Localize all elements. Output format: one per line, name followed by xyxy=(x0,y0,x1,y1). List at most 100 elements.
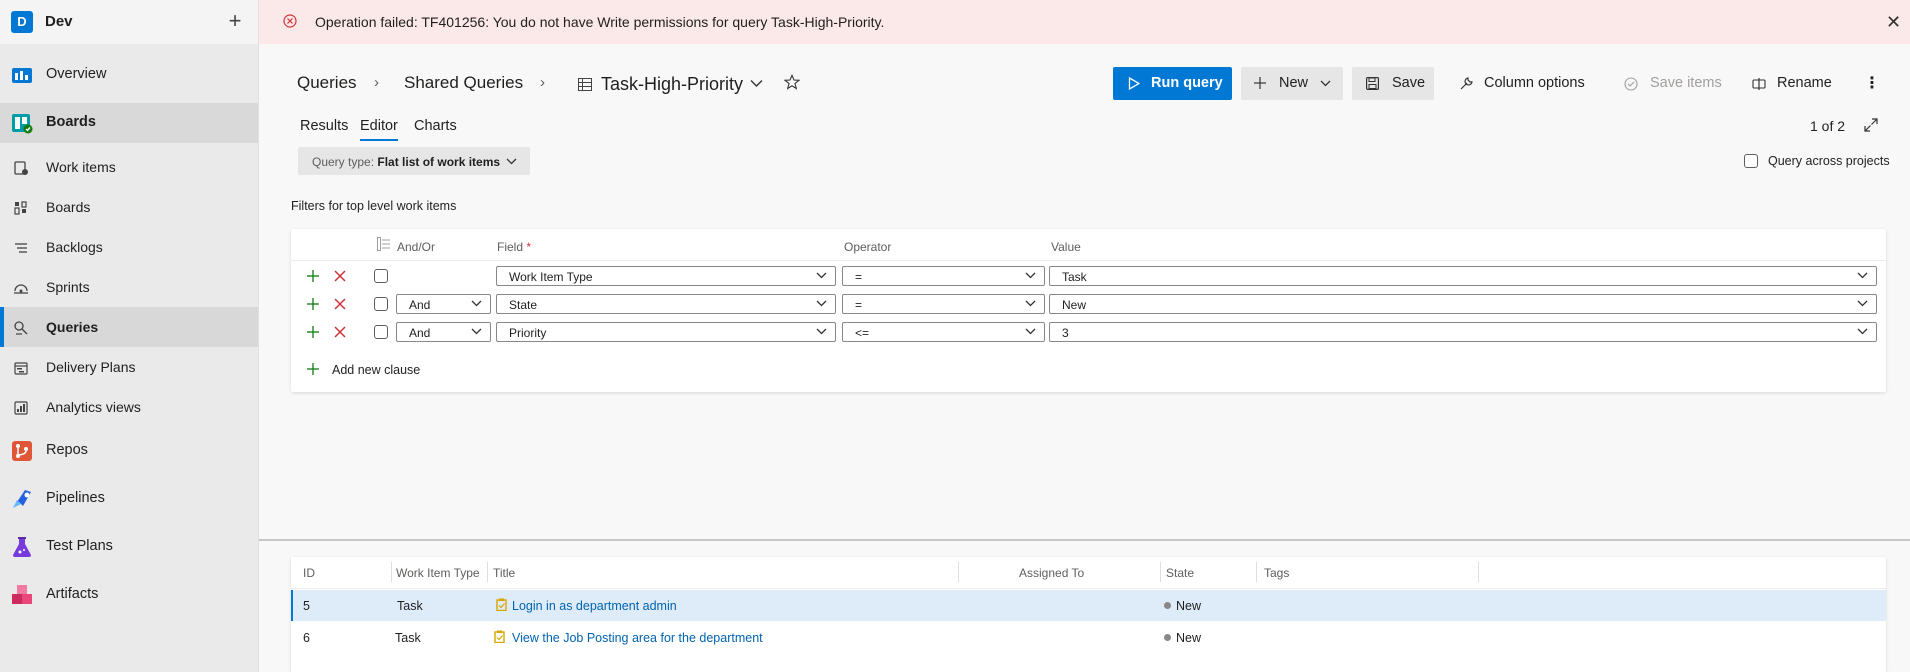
insert-clause-icon[interactable] xyxy=(307,270,319,282)
column-divider[interactable] xyxy=(391,562,392,582)
clause-checkbox[interactable] xyxy=(374,325,388,339)
nav-boards[interactable]: Boards xyxy=(0,103,258,143)
save-items-icon xyxy=(1624,77,1638,91)
remove-clause-icon[interactable] xyxy=(334,326,346,338)
save-label: Save xyxy=(1392,75,1426,91)
sprints-icon xyxy=(13,280,29,296)
results-splitter[interactable] xyxy=(259,539,1910,541)
column-divider[interactable] xyxy=(1256,562,1257,582)
query-type-text: Query type: Flat list of work items xyxy=(312,155,500,169)
col-id-header[interactable]: ID xyxy=(303,566,315,580)
delivery-plans-icon xyxy=(13,360,29,376)
nav-repos[interactable]: Repos xyxy=(0,431,258,471)
work-items-icon xyxy=(13,160,29,176)
value-select[interactable]: 3 xyxy=(1049,322,1877,342)
tab-editor[interactable]: Editor xyxy=(360,118,398,141)
project-badge[interactable]: D xyxy=(11,11,33,33)
nav-backlogs[interactable]: Backlogs xyxy=(0,227,258,267)
run-query-label: Run query xyxy=(1151,75,1223,91)
tab-results[interactable]: Results xyxy=(300,118,348,134)
cell-state-label: New xyxy=(1176,599,1202,613)
add-clause-icon[interactable] xyxy=(307,363,319,375)
operator-select[interactable]: = xyxy=(842,266,1045,286)
cell-state-label: New xyxy=(1176,631,1202,645)
col-title-header[interactable]: Title xyxy=(493,566,515,580)
nav-artifacts[interactable]: Artifacts xyxy=(0,575,258,615)
cell-title[interactable]: Login in as department admin xyxy=(512,599,677,613)
chevron-down-icon xyxy=(1025,272,1036,279)
nav-work-items-label: Work items xyxy=(46,159,116,175)
table-row[interactable]: 6 Task View the Job Posting area for the… xyxy=(291,623,1886,654)
chevron-down-icon xyxy=(1857,328,1868,335)
left-navigation: D Dev + Overview Boards Work items Board… xyxy=(0,0,259,672)
operator-select[interactable]: <= xyxy=(842,322,1045,342)
add-icon[interactable]: + xyxy=(224,8,246,34)
run-query-button[interactable]: Run query xyxy=(1113,67,1232,100)
andor-select[interactable]: And xyxy=(396,322,491,342)
clause-checkbox[interactable] xyxy=(374,297,388,311)
grid-header-divider xyxy=(291,588,1886,589)
col-tags-header[interactable]: Tags xyxy=(1264,566,1289,580)
breadcrumb-queries[interactable]: Queries xyxy=(297,73,357,93)
save-items-button[interactable]: Save items xyxy=(1614,67,1730,100)
nav-work-items[interactable]: Work items xyxy=(0,147,258,187)
nav-boards-sub[interactable]: Boards xyxy=(0,187,258,227)
cell-title[interactable]: View the Job Posting area for the depart… xyxy=(512,631,763,645)
clause-checkbox[interactable] xyxy=(374,269,388,283)
nav-artifacts-label: Artifacts xyxy=(46,586,99,602)
chevron-down-icon xyxy=(1025,328,1036,335)
query-type-dropdown[interactable]: Query type: Flat list of work items xyxy=(298,147,530,175)
table-row[interactable]: 5 Task Login in as department admin New xyxy=(291,590,1886,621)
andor-select[interactable]: And xyxy=(396,294,491,314)
query-across-projects-checkbox[interactable] xyxy=(1744,154,1758,168)
nav-analytics-views[interactable]: Analytics views xyxy=(0,387,258,427)
nav-pipelines[interactable]: Pipelines xyxy=(0,479,258,519)
expand-icon[interactable] xyxy=(1864,118,1878,132)
nav-overview[interactable]: Overview xyxy=(0,55,258,95)
add-new-clause-link[interactable]: Add new clause xyxy=(332,363,420,377)
breadcrumb-shared-queries[interactable]: Shared Queries xyxy=(404,73,523,93)
chevron-down-icon[interactable] xyxy=(750,79,763,88)
close-icon[interactable]: ✕ xyxy=(1886,12,1901,33)
save-button[interactable]: Save xyxy=(1352,67,1434,100)
column-divider[interactable] xyxy=(1478,562,1479,582)
value-value: 3 xyxy=(1062,326,1069,340)
project-name[interactable]: Dev xyxy=(45,13,73,30)
column-divider[interactable] xyxy=(958,562,959,582)
column-options-label: Column options xyxy=(1484,75,1585,91)
field-select[interactable]: State xyxy=(496,294,836,314)
value-select[interactable]: New xyxy=(1049,294,1877,314)
more-options-button[interactable]: ⋮ xyxy=(1858,67,1880,100)
insert-clause-icon[interactable] xyxy=(307,326,319,338)
col-assigned-header[interactable]: Assigned To xyxy=(1019,566,1084,580)
nav-sprints[interactable]: Sprints xyxy=(0,267,258,307)
favorite-star-icon[interactable] xyxy=(784,74,800,90)
value-value: Task xyxy=(1062,270,1087,284)
operator-select[interactable]: = xyxy=(842,294,1045,314)
save-items-label: Save items xyxy=(1650,75,1722,91)
remove-clause-icon[interactable] xyxy=(334,270,346,282)
insert-clause-icon[interactable] xyxy=(307,298,319,310)
value-select[interactable]: Task xyxy=(1049,266,1877,286)
nav-test-plans[interactable]: Test Plans xyxy=(0,527,258,567)
nav-queries[interactable]: Queries xyxy=(0,307,258,347)
tab-charts[interactable]: Charts xyxy=(414,118,457,134)
nav-analytics-views-label: Analytics views xyxy=(46,399,141,415)
col-type-header[interactable]: Work Item Type xyxy=(396,566,480,580)
group-clauses-icon[interactable] xyxy=(377,237,391,251)
filters-caption: Filters for top level work items xyxy=(291,199,457,213)
col-state-header[interactable]: State xyxy=(1166,566,1194,580)
column-divider[interactable] xyxy=(1160,562,1161,582)
nav-sprints-label: Sprints xyxy=(46,279,90,295)
field-select[interactable]: Work Item Type xyxy=(496,266,836,286)
remove-clause-icon[interactable] xyxy=(334,298,346,310)
column-options-button[interactable]: Column options xyxy=(1447,67,1595,100)
field-value: Priority xyxy=(509,326,547,340)
new-button[interactable]: New xyxy=(1241,67,1343,100)
pager: 1 of 2 xyxy=(1810,118,1846,134)
play-icon xyxy=(1128,77,1140,90)
rename-button[interactable]: Rename xyxy=(1743,67,1839,100)
field-select[interactable]: Priority xyxy=(496,322,836,342)
nav-delivery-plans[interactable]: Delivery Plans xyxy=(0,347,258,387)
column-divider[interactable] xyxy=(487,562,488,582)
